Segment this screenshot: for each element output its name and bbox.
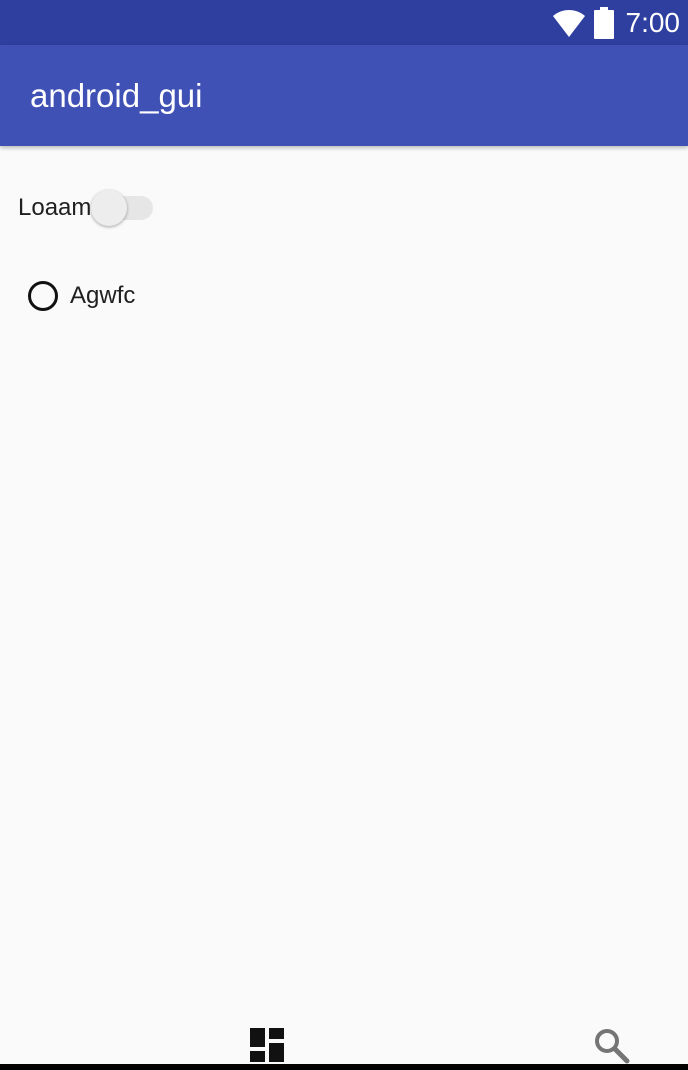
content-area: Loaam Agwfc xyxy=(0,146,688,1036)
app-bar: android_gui xyxy=(0,45,688,146)
navigation-bar-edge xyxy=(0,1064,688,1070)
status-time: 7:00 xyxy=(625,7,681,38)
battery-icon xyxy=(593,7,614,39)
switch-thumb[interactable] xyxy=(91,190,128,226)
status-bar: 7:00 xyxy=(0,0,688,45)
search-icon[interactable] xyxy=(594,1028,630,1064)
status-icons: 7:00 xyxy=(552,6,681,40)
wifi-icon xyxy=(552,10,585,37)
dashboard-icon[interactable] xyxy=(250,1028,284,1062)
app-title: android_gui xyxy=(30,77,203,114)
switch-row[interactable]: Loaam xyxy=(18,188,159,228)
radio-option[interactable]: Agwfc xyxy=(28,276,135,316)
switch-label: Loaam xyxy=(18,194,92,221)
toggle-switch[interactable] xyxy=(91,188,159,228)
radio-label: Agwfc xyxy=(70,282,136,309)
radio-button[interactable] xyxy=(28,281,58,311)
bottom-navigation xyxy=(0,1014,688,1070)
